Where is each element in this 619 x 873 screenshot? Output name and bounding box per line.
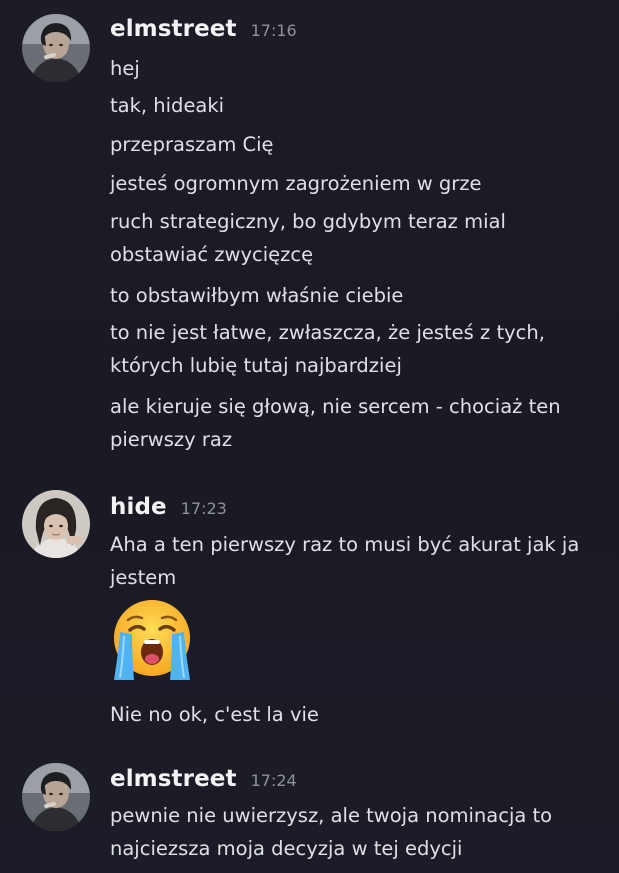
message-line: tak, hideaki: [110, 94, 225, 117]
message-line: najciezsza moja decyzja w tej edycji: [110, 837, 463, 860]
message-text: to nie jest łatwe, zwłaszcza, że jesteś …: [110, 316, 605, 382]
message-header: hide 17:23: [110, 494, 227, 520]
message-line: przepraszam Cię: [110, 133, 274, 156]
message-line: pierwszy raz: [110, 428, 233, 451]
message-line: ruch strategiczny, bo gdybym teraz mial: [110, 210, 506, 233]
message-text: ale kieruje się głową, nie sercem - choc…: [110, 390, 605, 456]
timestamp: 17:24: [250, 771, 297, 790]
message-line: to nie jest łatwe, zwłaszcza, że jesteś …: [110, 321, 545, 344]
message-line: to obstawiłbym właśnie ciebie: [110, 284, 404, 307]
timestamp: 17:16: [250, 21, 297, 40]
message-line: Aha a ten pierwszy raz to musi być akura…: [110, 533, 580, 556]
avatar-image: [22, 14, 90, 82]
avatar-elmstreet[interactable]: [22, 14, 90, 82]
avatar-image: [22, 763, 90, 831]
message-text: to obstawiłbym właśnie ciebie: [110, 279, 605, 312]
avatar-elmstreet[interactable]: [22, 763, 90, 831]
message-text: tak, hideaki: [110, 89, 605, 122]
message-text: Nie no ok, c'est la vie: [110, 698, 605, 731]
message-line: Nie no ok, c'est la vie: [110, 703, 319, 726]
username[interactable]: elmstreet: [110, 16, 237, 42]
message-line: jesteś ogromnym zagrożeniem w grze: [110, 172, 482, 195]
message-line: pewnie nie uwierzysz, ale twoja nominacj…: [110, 804, 553, 827]
message-line: ale kieruje się głową, nie sercem - choc…: [110, 395, 561, 418]
message-text: jesteś ogromnym zagrożeniem w grze: [110, 167, 605, 200]
message-text: Aha a ten pierwszy raz to musi być akura…: [110, 528, 605, 594]
message-line: których lubię tutaj najbardziej: [110, 354, 402, 377]
message-text: ruch strategiczny, bo gdybym teraz mial …: [110, 205, 605, 271]
avatar-hide[interactable]: [22, 490, 90, 558]
timestamp: 17:23: [180, 499, 227, 518]
message-line: jestem: [110, 566, 177, 589]
avatar-image: [22, 490, 90, 558]
message-text: pewnie nie uwierzysz, ale twoja nominacj…: [110, 799, 605, 865]
message-header: elmstreet 17:24: [110, 766, 297, 792]
message-line: hej: [110, 57, 140, 80]
username[interactable]: hide: [110, 494, 167, 520]
message-header: elmstreet 17:16: [110, 16, 297, 42]
message-line: obstawiać zwycięzcę: [110, 243, 314, 266]
username[interactable]: elmstreet: [110, 766, 237, 792]
message-text: hej: [110, 52, 605, 85]
loudly-crying-face-icon: [108, 596, 196, 684]
message-text: przepraszam Cię: [110, 128, 605, 161]
